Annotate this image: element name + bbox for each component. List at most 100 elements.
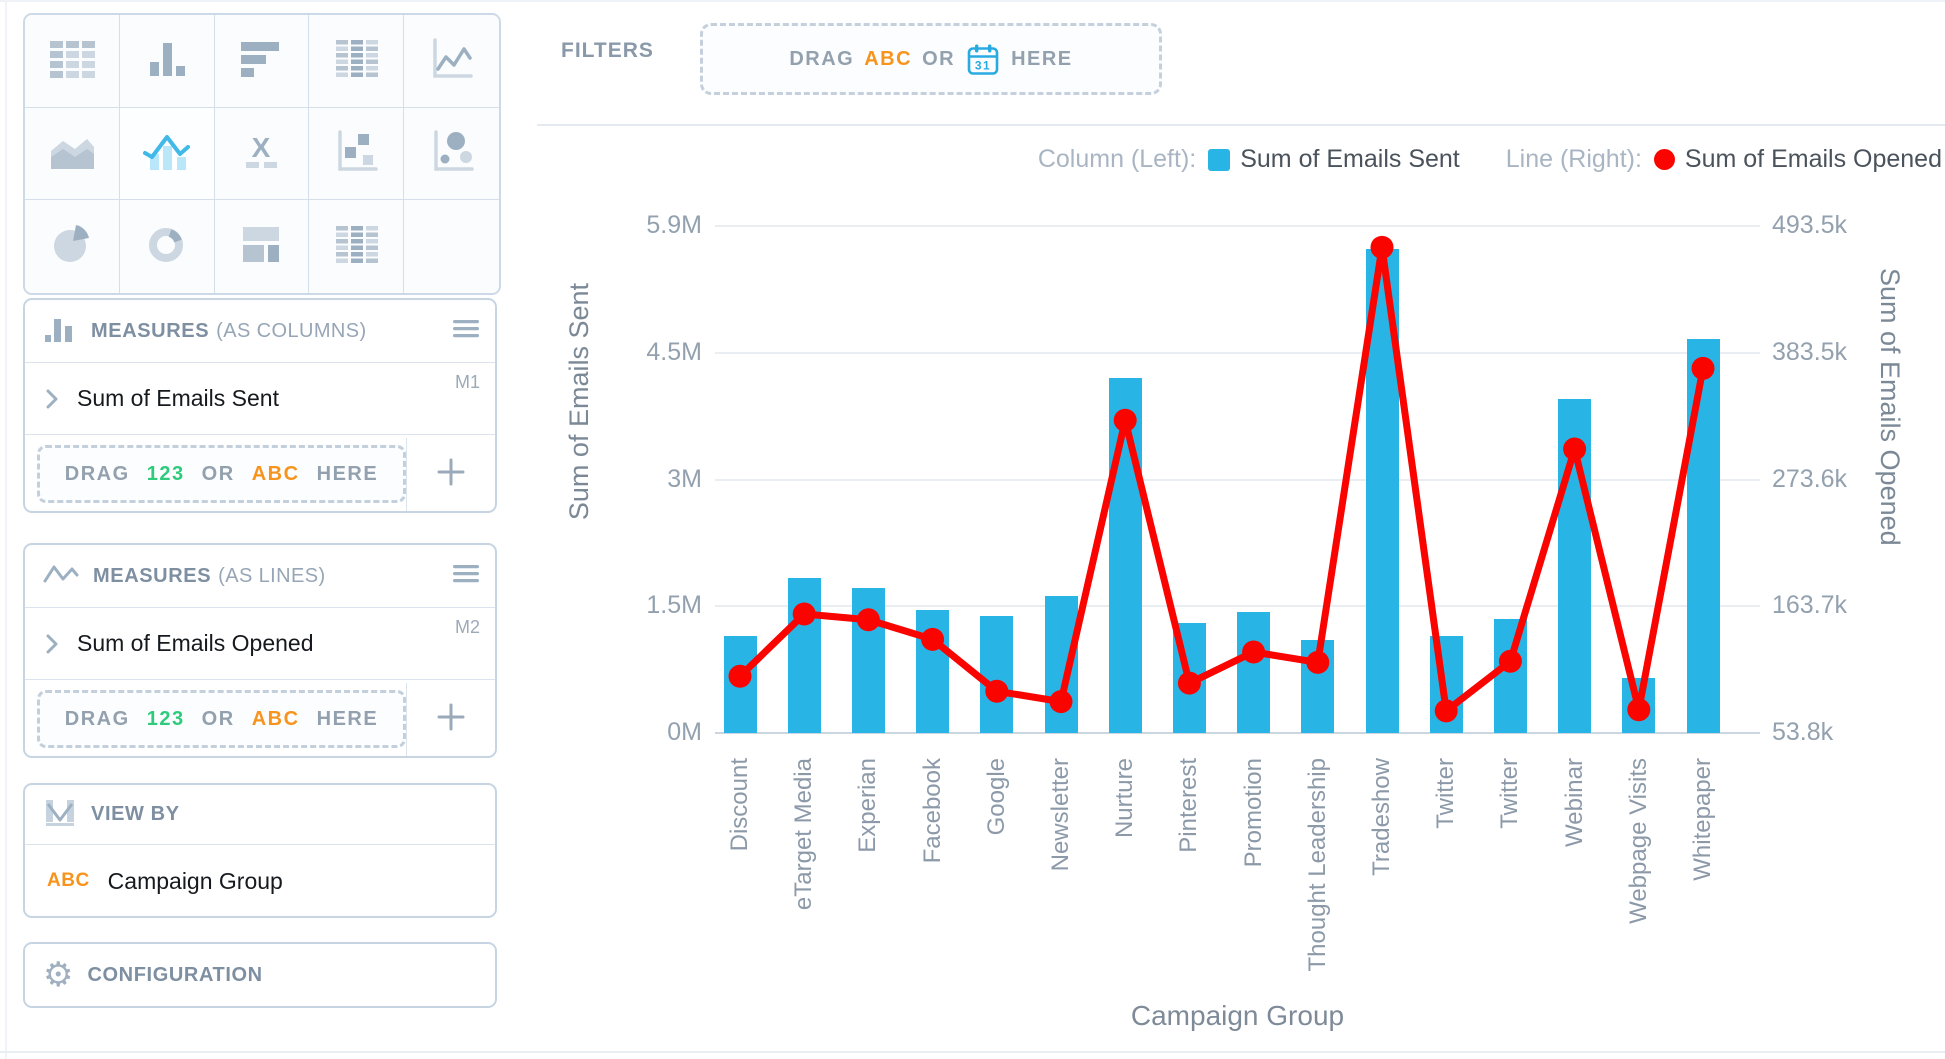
numeric-field-tag: 123 bbox=[147, 463, 185, 485]
chart-line-point[interactable]: Webinar bbox=[1563, 438, 1586, 461]
bar-chart-icon bbox=[231, 31, 291, 90]
drop-word-here: HERE bbox=[317, 708, 379, 730]
chart-line-point[interactable]: Webpage Visits bbox=[1627, 698, 1650, 721]
chart-line-point[interactable]: Twitter bbox=[1435, 699, 1458, 722]
chart-type-pivot-table[interactable] bbox=[309, 15, 404, 108]
measures-columns-dropzone[interactable]: DRAG 123 OR ABC HERE bbox=[37, 445, 406, 503]
x-axis-label: Nurture bbox=[1109, 758, 1140, 838]
chart-line-point[interactable]: Tradeshow bbox=[1371, 236, 1394, 259]
x-axis-label: Twitter bbox=[1494, 758, 1525, 829]
chart-type-table[interactable] bbox=[25, 15, 120, 108]
drop-word-here: HERE bbox=[317, 463, 379, 485]
measures-columns-header[interactable]: MEASURES (AS COLUMNS) bbox=[25, 300, 495, 363]
xy-chart-icon: X bbox=[231, 124, 291, 183]
data-table-icon bbox=[326, 217, 386, 276]
measure-item-emails-opened[interactable]: Sum of Emails Opened M2 bbox=[25, 608, 495, 680]
drop-word-or: OR bbox=[202, 463, 235, 485]
add-measure-button[interactable] bbox=[406, 438, 495, 511]
x-axis-label: Webpage Visits bbox=[1623, 758, 1654, 924]
left-axis-tick: 5.9M bbox=[537, 211, 702, 240]
chart-line-point[interactable]: Google bbox=[985, 680, 1008, 703]
view-by-item-campaign-group[interactable]: ABC Campaign Group bbox=[25, 845, 495, 917]
chart-line-point[interactable]: eTarget Media bbox=[793, 602, 816, 625]
chart-line-point[interactable]: Pinterest bbox=[1178, 672, 1201, 695]
blank bbox=[422, 217, 482, 276]
measure-badge: M1 bbox=[455, 372, 480, 393]
chart-line-point[interactable]: Twitter bbox=[1499, 650, 1522, 673]
gear-icon: ⚙ bbox=[43, 958, 73, 992]
column-chart-icon bbox=[137, 31, 197, 90]
right-axis-tick: 273.6k bbox=[1772, 465, 1932, 494]
column-series-swatch bbox=[1208, 149, 1230, 171]
plot-area: Discount eTarget Media Experian Facebook Goo… bbox=[715, 226, 1760, 733]
scatter-plot-icon bbox=[326, 124, 386, 183]
chevron-right-icon[interactable] bbox=[45, 387, 59, 411]
configuration-header[interactable]: ⚙ CONFIGURATION bbox=[25, 944, 495, 1006]
legend-line-series: Sum of Emails Opened bbox=[1685, 145, 1942, 174]
measures-lines-header[interactable]: MEASURES (AS LINES) bbox=[25, 545, 495, 608]
svg-text:X: X bbox=[252, 132, 271, 163]
chart-line-point[interactable]: Facebook bbox=[921, 628, 944, 651]
drop-word-or: OR bbox=[922, 48, 955, 71]
chart-type-xy-chart[interactable]: X bbox=[215, 108, 310, 201]
drop-word-or: OR bbox=[202, 708, 235, 730]
chart-type-bar-chart[interactable] bbox=[215, 15, 310, 108]
measures-columns-drop-row: DRAG 123 OR ABC HERE bbox=[25, 435, 495, 514]
hamburger-icon[interactable] bbox=[453, 563, 479, 589]
chart-type-combo-chart[interactable] bbox=[120, 108, 215, 201]
chart-type-line-chart[interactable] bbox=[404, 15, 499, 108]
chart-type-blank[interactable] bbox=[404, 200, 499, 293]
chevron-right-icon[interactable] bbox=[45, 632, 59, 656]
left-axis-tick: 3M bbox=[537, 465, 702, 494]
left-axis-tick: 1.5M bbox=[537, 591, 702, 620]
x-axis-label: Discount bbox=[724, 758, 755, 851]
layout-chart-icon bbox=[231, 217, 291, 276]
chart-type-layout-chart[interactable] bbox=[215, 200, 310, 293]
legend-column-label: Column (Left): bbox=[1038, 145, 1196, 174]
chart-type-pie-chart[interactable] bbox=[25, 200, 120, 293]
x-axis-label: Whitepaper bbox=[1687, 758, 1718, 881]
chart-line-point[interactable]: Promotion bbox=[1242, 641, 1265, 664]
chart-line-point[interactable]: Experian bbox=[857, 608, 880, 631]
chart-line-point[interactable]: Discount bbox=[729, 665, 752, 688]
drop-word-drag: DRAG bbox=[65, 463, 130, 485]
donut-chart-icon bbox=[137, 217, 197, 276]
x-axis-label: Newsletter bbox=[1045, 758, 1076, 871]
measures-lines-dropzone[interactable]: DRAG 123 OR ABC HERE bbox=[37, 690, 406, 748]
bottom-border bbox=[0, 1051, 1945, 1053]
x-axis-label: eTarget Media bbox=[788, 758, 819, 910]
line-path bbox=[740, 247, 1703, 711]
svg-text:31: 31 bbox=[975, 58, 991, 72]
chart-type-donut-chart[interactable] bbox=[120, 200, 215, 293]
chart-line-point[interactable]: Newsletter bbox=[1050, 690, 1073, 713]
text-field-tag: ABC bbox=[864, 48, 912, 71]
hamburger-icon[interactable] bbox=[453, 318, 479, 344]
add-measure-button[interactable] bbox=[406, 683, 495, 756]
measure-badge: M2 bbox=[455, 617, 480, 638]
chart-line-point[interactable]: Thought Leadership bbox=[1306, 651, 1329, 674]
chart-type-column-chart[interactable] bbox=[120, 15, 215, 108]
filters-dropzone[interactable]: DRAG ABC OR 31 HERE bbox=[700, 23, 1162, 95]
x-axis-label: Promotion bbox=[1238, 758, 1269, 867]
panel-title: CONFIGURATION bbox=[87, 964, 262, 987]
x-axis-label: Google bbox=[981, 758, 1012, 835]
measures-lines-drop-row: DRAG 123 OR ABC HERE bbox=[25, 680, 495, 759]
text-field-tag: ABC bbox=[252, 463, 300, 485]
line-chart-icon bbox=[422, 31, 482, 90]
measure-item-emails-sent[interactable]: Sum of Emails Sent M1 bbox=[25, 363, 495, 435]
chart-type-data-table[interactable] bbox=[309, 200, 404, 293]
chart-legend: Column (Left): Sum of Emails Sent Line (… bbox=[1038, 145, 1942, 174]
chart-line-point[interactable]: Whitepaper bbox=[1692, 357, 1715, 380]
view-by-header[interactable]: VIEW BY bbox=[25, 785, 495, 845]
x-axis-label: Facebook bbox=[917, 758, 948, 863]
right-axis-title: Sum of Emails Opened bbox=[1874, 268, 1905, 546]
left-axis-tick: 4.5M bbox=[537, 338, 702, 367]
text-field-tag: ABC bbox=[47, 870, 90, 892]
chart-type-scatter-plot[interactable] bbox=[309, 108, 404, 201]
bubble-chart-icon bbox=[422, 124, 482, 183]
chart-type-area-chart[interactable] bbox=[25, 108, 120, 201]
x-axis-label: Tradeshow bbox=[1366, 758, 1397, 876]
chart-type-bubble-chart[interactable] bbox=[404, 108, 499, 201]
x-axis-label: Webinar bbox=[1559, 758, 1590, 847]
chart-line-point[interactable]: Nurture bbox=[1114, 409, 1137, 432]
